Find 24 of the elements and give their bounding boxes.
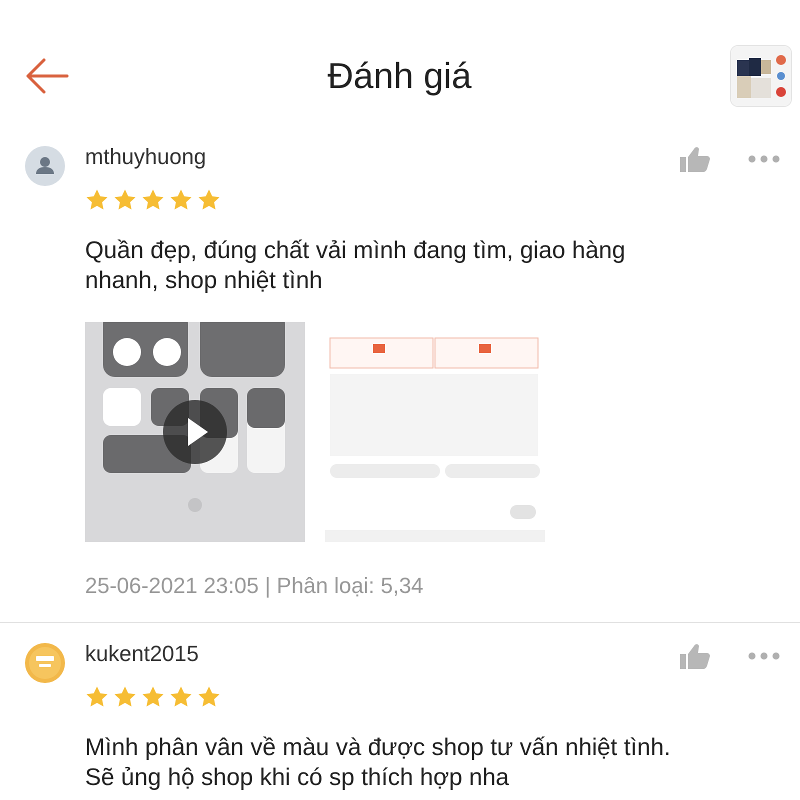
avatar-icon	[25, 146, 65, 186]
username: mthuyhuong	[85, 144, 206, 170]
star-icon	[113, 685, 137, 709]
review-meta: 25-06-2021 23:05 | Phân loại: 5,34	[85, 572, 424, 600]
thumbs-up-icon[interactable]	[680, 643, 710, 669]
avatar-icon	[25, 643, 65, 683]
back-arrow-icon[interactable]	[25, 58, 69, 94]
username: kukent2015	[85, 641, 199, 667]
star-icon	[197, 188, 221, 212]
star-icon	[141, 188, 165, 212]
more-icon[interactable]	[748, 652, 780, 660]
star-icon	[85, 188, 109, 212]
play-icon[interactable]	[163, 400, 227, 464]
star-icon	[197, 685, 221, 709]
review-text: Quần đẹp, đúng chất vải mình đang tìm, giao hàng nhanh, shop nhiệt tình	[85, 236, 626, 296]
thumbs-up-icon[interactable]	[680, 146, 710, 172]
star-icon	[113, 188, 137, 212]
star-icon	[169, 188, 193, 212]
star-icon	[169, 685, 193, 709]
page-title: Đánh giá	[327, 54, 472, 98]
review-text: Mình phân vân về màu và được shop tư vấn nhiệt tình. Sẽ ủng hộ shop khi có sp thích hợp nha	[85, 733, 672, 793]
star-icon	[141, 685, 165, 709]
more-icon[interactable]	[748, 155, 780, 163]
star-icon	[85, 685, 109, 709]
